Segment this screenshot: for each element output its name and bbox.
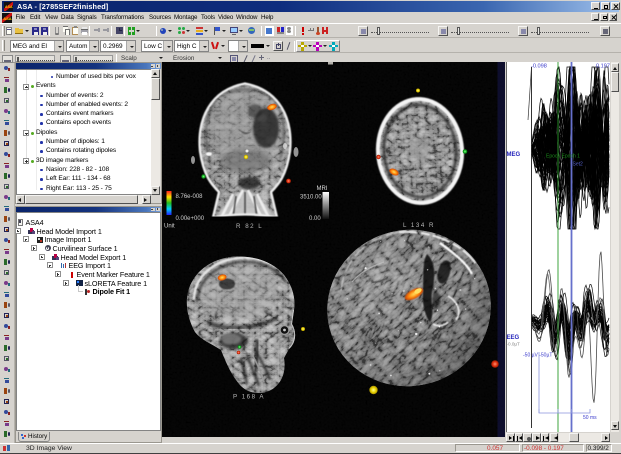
svg-text:-0.0µT: -0.0µT (507, 342, 521, 347)
svg-text:Epoch Epoch 1: Epoch Epoch 1 (546, 154, 580, 160)
svg-text:50 ms: 50 ms (583, 415, 597, 421)
svg-text:Set2: Set2 (573, 162, 584, 168)
svg-text:-0.098: -0.098 (531, 64, 547, 70)
svg-text:R 82 L: R 82 L (236, 223, 263, 230)
svg-text:MEG: MEG (507, 152, 521, 158)
svg-text:0.197: 0.197 (596, 64, 610, 70)
svg-text:EEG: EEG (507, 335, 520, 341)
svg-text:0.00e+000: 0.00e+000 (176, 216, 205, 222)
svg-text:P 168 A: P 168 A (233, 394, 265, 401)
svg-text:Unit: Unit (164, 224, 175, 230)
svg-text:-50 µV -50µT: -50 µV -50µT (523, 353, 552, 359)
svg-text:L 134 R: L 134 R (403, 222, 435, 229)
svg-text:MRI: MRI (317, 186, 328, 192)
svg-text:8.76e-008: 8.76e-008 (176, 194, 204, 200)
svg-text:3510.00: 3510.00 (300, 195, 322, 201)
svg-text:0.00: 0.00 (309, 216, 321, 222)
